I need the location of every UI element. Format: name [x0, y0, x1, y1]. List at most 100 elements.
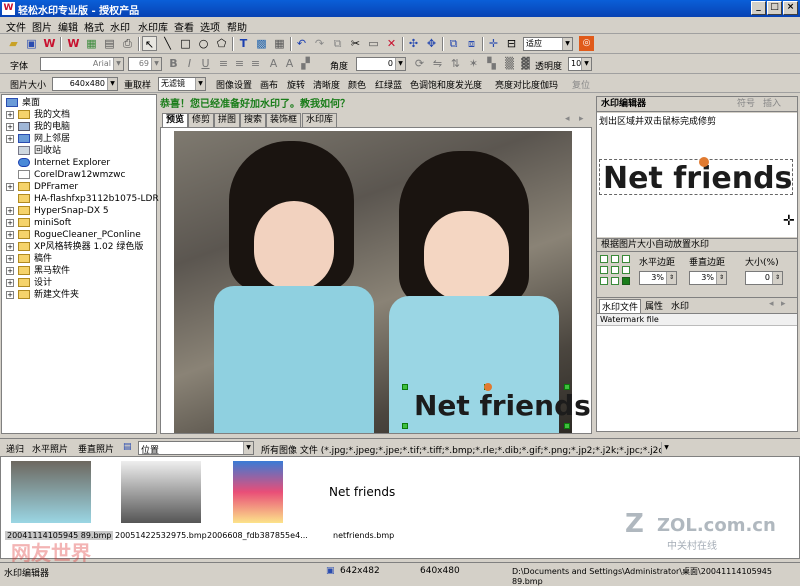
- tree-item[interactable]: HA-flashfxp3112b1075-LDR: [6, 193, 159, 205]
- tree-item[interactable]: + 黑马软件: [6, 265, 70, 277]
- position-grid[interactable]: [600, 255, 633, 287]
- tab-scroll-right-icon[interactable]: ▸: [576, 113, 587, 127]
- tree-item[interactable]: + 稿件: [6, 253, 52, 265]
- rotate-button[interactable]: 旋转: [287, 78, 305, 91]
- watermark-file-list[interactable]: Watermark file: [597, 313, 797, 431]
- cut-icon[interactable]: ✂: [348, 36, 363, 51]
- tab-trim[interactable]: 修剪: [188, 113, 215, 127]
- image-size-combo[interactable]: 640x480 ▼: [52, 77, 118, 91]
- polygon-icon[interactable]: ⬠: [214, 36, 229, 51]
- tree-item[interactable]: 回收站: [6, 145, 61, 157]
- tree-item[interactable]: + 新建文件夹: [6, 289, 79, 301]
- rgb-button[interactable]: 红绿蓝: [375, 78, 402, 91]
- tab-frame[interactable]: 装饰框: [266, 113, 302, 127]
- tab-properties[interactable]: 属性: [645, 299, 663, 312]
- list-view-icon[interactable]: ▤: [123, 442, 132, 452]
- tree-item[interactable]: + 我的电脑: [6, 121, 70, 133]
- palette-icon[interactable]: ▓: [518, 56, 533, 71]
- tab-right-icon[interactable]: ▸: [781, 299, 786, 309]
- thumbnail-1[interactable]: [11, 461, 91, 523]
- tree-item[interactable]: + 设计: [6, 277, 52, 289]
- delete-icon[interactable]: ✕: [384, 36, 399, 51]
- tab-scroll-left-icon[interactable]: ◂: [562, 113, 573, 127]
- menu-image[interactable]: 图片: [32, 19, 52, 34]
- thumbnail-4[interactable]: Net friends: [329, 485, 409, 501]
- pointer-icon[interactable]: ↖: [142, 36, 157, 51]
- menu-watermark-library[interactable]: 水印库: [138, 19, 168, 34]
- tab-watermark[interactable]: 水印: [671, 299, 689, 312]
- save-icon[interactable]: ▣: [24, 36, 39, 51]
- color-button[interactable]: 颜色: [348, 78, 366, 91]
- fill-color-icon[interactable]: ▞: [298, 56, 313, 71]
- resample-label[interactable]: 重取样: [124, 78, 151, 91]
- align-icon[interactable]: ⊟: [504, 36, 519, 51]
- line-icon[interactable]: ╲: [160, 36, 175, 51]
- sharpness-button[interactable]: 清晰度: [313, 78, 340, 91]
- outline-icon[interactable]: A: [282, 56, 297, 71]
- h-margin-spinner[interactable]: 3% ⇕: [639, 271, 677, 285]
- image-icon[interactable]: ▩: [254, 36, 269, 51]
- menu-file[interactable]: 文件: [6, 19, 26, 34]
- open-icon[interactable]: ▰: [6, 36, 21, 51]
- tree-item[interactable]: + RogueCleaner_PConline: [6, 229, 141, 241]
- tree-item[interactable]: CorelDraw12wmzwc: [6, 169, 125, 181]
- menu-view[interactable]: 查看: [174, 19, 194, 34]
- copy-icon[interactable]: ⧉: [330, 36, 345, 51]
- watermark-edit-text[interactable]: Net friends: [603, 161, 792, 196]
- position-combo[interactable]: 位置 ▼: [138, 441, 254, 456]
- watermark-icon[interactable]: W: [66, 36, 81, 51]
- filter-combo[interactable]: 无滤镜 ▼: [158, 77, 206, 91]
- text-icon[interactable]: T: [236, 36, 251, 51]
- tree-item[interactable]: Internet Explorer: [6, 157, 110, 169]
- tab-search[interactable]: 搜索: [240, 113, 267, 127]
- flip-icon[interactable]: ⇅: [448, 56, 463, 71]
- italic-icon[interactable]: I: [182, 56, 197, 71]
- size-spinner[interactable]: 0 ⇕: [745, 271, 783, 285]
- rectangle-icon[interactable]: □: [178, 36, 193, 51]
- watermark-preview-text[interactable]: Net friends: [414, 389, 591, 422]
- tree-item[interactable]: + XP风格转换器 1.02 绿色版: [6, 241, 143, 253]
- tree-root[interactable]: 桌面: [6, 97, 40, 109]
- mirror-icon[interactable]: ⇋: [430, 56, 445, 71]
- angle-combo[interactable]: 0 ▼: [356, 57, 406, 71]
- color-icon[interactable]: ▒: [502, 56, 517, 71]
- print-icon[interactable]: ⎙: [120, 36, 135, 51]
- tab-preview[interactable]: 预览: [162, 113, 189, 127]
- undo-icon[interactable]: ↶: [294, 36, 309, 51]
- maximize-button[interactable]: □: [767, 1, 782, 15]
- transparency-combo[interactable]: 10 ▼: [568, 57, 592, 71]
- tab-left-icon[interactable]: ◂: [769, 299, 774, 309]
- zoom-combo[interactable]: 适应 ▼: [523, 37, 573, 51]
- align-left-icon[interactable]: ≡: [216, 56, 231, 71]
- logo-button-icon[interactable]: ◎: [579, 36, 594, 51]
- gradient-icon[interactable]: ▚: [484, 56, 499, 71]
- effect-icon[interactable]: ✶: [466, 56, 481, 71]
- send-back-icon[interactable]: ⧈: [464, 36, 479, 51]
- tree-item[interactable]: + 网上邻居: [6, 133, 70, 145]
- bring-forward-icon[interactable]: ⧉: [446, 36, 461, 51]
- grid-icon[interactable]: ▤: [102, 36, 117, 51]
- font-combo[interactable]: Arial ▼: [40, 57, 124, 71]
- bold-icon[interactable]: B: [166, 56, 181, 71]
- horizontal-photos-toggle[interactable]: 水平照片: [32, 442, 68, 455]
- tab-watermark-file[interactable]: 水印文件: [599, 299, 642, 314]
- rotate-icon[interactable]: ⟳: [412, 56, 427, 71]
- tree-item[interactable]: + 我的文档: [6, 109, 70, 121]
- menu-edit[interactable]: 编辑: [58, 19, 78, 34]
- vertical-photos-toggle[interactable]: 垂直照片: [78, 442, 114, 455]
- reset-button[interactable]: 复位: [572, 78, 590, 91]
- fit-icon[interactable]: ✛: [486, 36, 501, 51]
- recursive-toggle[interactable]: 递归: [6, 442, 24, 455]
- align-right-icon[interactable]: ≡: [248, 56, 263, 71]
- menu-watermark[interactable]: 水印: [110, 19, 130, 34]
- menu-format[interactable]: 格式: [84, 19, 104, 34]
- image-settings-button[interactable]: 图像设置: [216, 78, 252, 91]
- bcg-button[interactable]: 亮度对比度伽玛: [495, 78, 558, 91]
- insert-button[interactable]: 插入: [763, 97, 781, 112]
- thumbnail-2[interactable]: [121, 461, 201, 523]
- tree-item[interactable]: + miniSoft: [6, 217, 71, 229]
- symbol-button[interactable]: 符号: [737, 97, 755, 112]
- shadow-icon[interactable]: A: [266, 56, 281, 71]
- preview-canvas[interactable]: Net friends: [160, 127, 592, 434]
- thumbnail-3[interactable]: [233, 461, 283, 523]
